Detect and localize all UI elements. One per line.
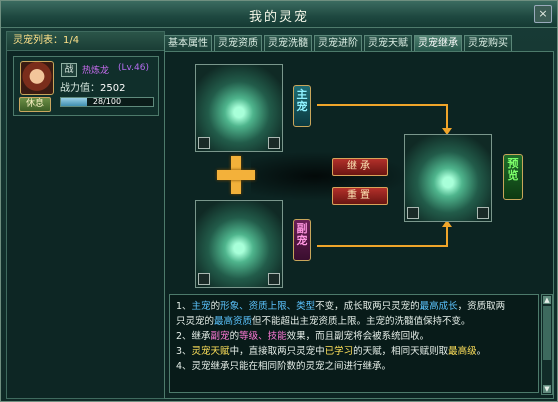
connector-line [317,245,447,247]
pet-list-item[interactable]: 休息 战 热炼龙 (Lv.46) 战力值：2502 28/100 [13,56,159,116]
battle-status-badge: 战 [61,63,77,77]
preview-pet-slot [404,134,492,222]
slot-corner-left [407,207,419,219]
slot-corner-right [477,207,489,219]
connector-line [446,104,448,129]
inherit-button[interactable]: 继承 [332,158,388,176]
rule-line-4: 4、灵宠继承只能在相同阶数的灵宠之间进行继承。 [176,361,392,372]
sub-pet-badge: 副宠 [293,219,311,261]
pet-list-header: 灵宠列表：1/4 [7,32,164,51]
rule-line-3: 3、灵宠天赋中，直接取两只灵宠中已学习的天赋，相同天赋则取最高级。 [176,346,487,357]
close-button[interactable]: × [534,5,552,23]
pet-level: (Lv.46) [118,63,149,73]
rule-line-2: 2、继承副宠的等级、技能效果，而且副宠将会被系统回收。 [176,331,430,342]
exp-text: 28/100 [92,97,122,106]
tab-advance[interactable]: 灵宠进阶 [314,35,362,51]
connector-line [317,104,447,106]
exp-bar: 28/100 [60,97,154,107]
power-row: 战力值：2502 [60,79,125,94]
plus-icon [217,156,255,194]
tab-purchase[interactable]: 灵宠购买 [464,35,512,51]
pet-name: 热炼龙 [82,66,110,76]
pet-window: 我的灵宠 × 灵宠列表：1/4 休息 战 热炼龙 (Lv.46) 战力值：250… [0,0,558,402]
scroll-down-icon[interactable]: ▼ [543,385,551,393]
slot-corner-left [198,137,210,149]
tab-refine[interactable]: 灵宠洗髓 [264,35,312,51]
rule-line-1-cont: 只灵宠的最高资质但不能超出主宠资质上限。主宠的洗髓值保持不变。 [176,316,471,327]
power-label: 战力值： [60,83,100,94]
pet-list-panel: 灵宠列表：1/4 休息 战 热炼龙 (Lv.46) 战力值：2502 28/10… [6,31,165,399]
tab-aptitude[interactable]: 灵宠资质 [214,35,262,51]
scroll-thumb[interactable] [543,306,551,360]
slot-corner-left [198,273,210,285]
sub-pet-slot[interactable] [195,200,283,288]
reset-button[interactable]: 重置 [332,187,388,205]
slot-corner-right [268,137,280,149]
rest-button[interactable]: 休息 [19,97,51,112]
tips-scrollbar[interactable]: ▲ ▼ [541,294,553,395]
tab-basic-attributes[interactable]: 基本属性 [164,35,212,51]
window-title: 我的灵宠 [248,10,309,25]
rule-line-1: 1、主宠的形象、资质上限、类型不变，成长取两只灵宠的最高成长，资质取两 [176,301,506,312]
preview-badge: 预览 [503,154,523,200]
connector-line [446,225,448,247]
slot-corner-right [268,273,280,285]
tab-talent[interactable]: 灵宠天赋 [364,35,412,51]
main-pet-badge: 主宠 [293,85,311,127]
main-pet-slot[interactable] [195,64,283,152]
scroll-up-icon[interactable]: ▲ [543,296,551,304]
power-value: 2502 [100,83,126,94]
inherit-rules-text: 1、主宠的形象、资质上限、类型不变，成长取两只灵宠的最高成长，资质取两 只灵宠的… [169,294,539,393]
title-bar: 我的灵宠 × [1,1,557,28]
tab-inherit[interactable]: 灵宠继承 [414,35,462,51]
pet-avatar [20,61,54,95]
